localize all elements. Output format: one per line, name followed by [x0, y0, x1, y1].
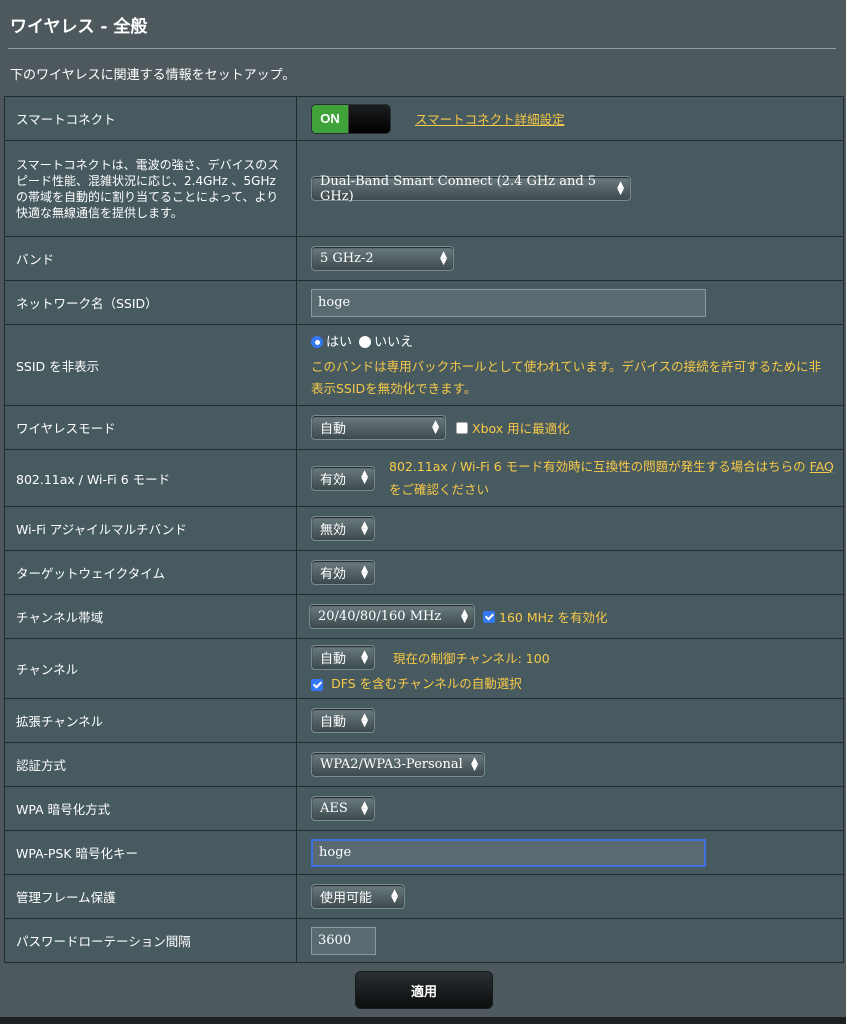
label-channel: チャンネル	[5, 639, 297, 698]
select-arrows-icon: ▲ ▼	[361, 799, 368, 817]
wifi6-note-text-end: をご確認ください	[389, 482, 490, 497]
row-channel: チャンネル 自動 ▲ ▼ 現在の制御チャンネル: 100 DFS を含むチャンネル…	[5, 639, 843, 699]
label-wifi6: 802.11ax / Wi-Fi 6 モード	[5, 450, 297, 506]
smart-connect-mode-select[interactable]: Dual-Band Smart Connect (2.4 GHz and 5 G…	[311, 173, 631, 204]
ssid-input[interactable]: hoge	[311, 288, 706, 317]
channel-select[interactable]: 自動 ▲ ▼	[311, 645, 375, 670]
twt-value: 有効	[320, 567, 347, 582]
pmf-select[interactable]: 使用可能 ▲ ▼	[311, 884, 405, 909]
label-twt: ターゲットウェイクタイム	[5, 551, 297, 594]
smart-connect-mode-value: Dual-Band Smart Connect (2.4 GHz and 5 G…	[320, 173, 597, 204]
settings-table: スマートコネクト ON スマートコネクト詳細設定 スマートコネクトは、電波の強さ…	[4, 96, 844, 963]
wifi6-select[interactable]: 有効 ▲ ▼	[311, 465, 375, 491]
row-agile-multiband: Wi-Fi アジャイルマルチバンド 無効 ▲ ▼	[5, 507, 843, 551]
auth-select[interactable]: WPA2/WPA3-Personal ▲ ▼	[311, 752, 485, 777]
hide-ssid-no-label: いいえ	[374, 334, 414, 350]
row-psk: WPA-PSK 暗号化キー hoge	[5, 831, 843, 875]
row-bandwidth: チャンネル帯域 20/40/80/160 MHz ▲ ▼ 160 MHz を有効化	[5, 595, 843, 639]
row-ssid: ネットワーク名（SSID） hoge	[5, 281, 843, 325]
toggle-on-label: ON	[312, 104, 348, 133]
row-wireless-mode: ワイヤレスモード 自動 ▲ ▼ Xbox 用に最適化	[5, 406, 843, 450]
row-band: バンド 5 GHz-2 ▲ ▼	[5, 237, 843, 281]
wpa-encryption-value: AES	[320, 801, 348, 816]
xbox-optimize-label: Xbox 用に最適化	[472, 421, 570, 436]
psk-input[interactable]: hoge	[311, 838, 706, 867]
band-select[interactable]: 5 GHz-2 ▲ ▼	[311, 246, 454, 271]
enable-160mhz-label: 160 MHz を有効化	[499, 610, 608, 625]
bandwidth-value: 20/40/80/160 MHz	[318, 609, 442, 624]
row-hide-ssid: SSID を非表示 はい いいえ このバンドは専用バックホールとして使われていま…	[5, 325, 843, 406]
select-arrows-icon: ▲ ▼	[461, 607, 468, 625]
select-arrows-icon: ▲ ▼	[617, 179, 624, 197]
label-wireless-mode: ワイヤレスモード	[5, 406, 297, 449]
page-title: ワイヤレス - 全般	[10, 17, 148, 37]
hide-ssid-yes-label: はい	[326, 334, 353, 350]
channel-value: 自動	[320, 652, 347, 667]
select-arrows-icon: ▲ ▼	[361, 711, 368, 729]
label-wpa-encryption: WPA 暗号化方式	[5, 787, 297, 830]
row-wifi6: 802.11ax / Wi-Fi 6 モード 有効 ▲ ▼ 802.11ax / …	[5, 450, 843, 507]
row-ext-channel: 拡張チャンネル 自動 ▲ ▼	[5, 699, 843, 743]
bottom-bar	[0, 1017, 846, 1024]
select-arrows-icon: ▲ ▼	[361, 648, 368, 666]
pmf-value: 使用可能	[320, 891, 373, 906]
label-pmf: 管理フレーム保護	[5, 875, 297, 918]
page-description: 下のワイヤレスに関連する情報をセットアップ。	[10, 68, 296, 83]
ext-channel-value: 自動	[320, 715, 347, 730]
select-arrows-icon: ▲ ▼	[361, 519, 368, 537]
auth-value: WPA2/WPA3-Personal	[320, 757, 463, 772]
bandwidth-select[interactable]: 20/40/80/160 MHz ▲ ▼	[309, 604, 475, 629]
band-value: 5 GHz-2	[320, 251, 374, 266]
dfs-auto-checkbox[interactable]	[311, 678, 323, 691]
label-agile-multiband: Wi-Fi アジャイルマルチバンド	[5, 507, 297, 550]
label-smart-connect: スマートコネクト	[5, 97, 297, 140]
label-ssid: ネットワーク名（SSID）	[5, 281, 297, 324]
apply-button[interactable]: 適用	[355, 971, 493, 1009]
label-hide-ssid: SSID を非表示	[5, 325, 297, 405]
hide-ssid-note: このバンドは専用バックホールとして使われています。デバイスの接続を許可するために…	[311, 358, 822, 396]
label-band: バンド	[5, 237, 297, 280]
smart-connect-settings-link[interactable]: スマートコネクト詳細設定	[415, 109, 565, 128]
title-divider	[8, 48, 836, 49]
row-auth: 認証方式 WPA2/WPA3-Personal ▲ ▼	[5, 743, 843, 787]
label-bandwidth: チャンネル帯域	[5, 595, 297, 638]
hide-ssid-no-radio[interactable]	[359, 336, 372, 348]
select-arrows-icon: ▲ ▼	[391, 887, 398, 905]
wifi6-value: 有効	[320, 472, 347, 488]
twt-select[interactable]: 有効 ▲ ▼	[311, 560, 375, 585]
rotation-interval-input[interactable]: 3600	[311, 926, 376, 955]
agile-multiband-select[interactable]: 無効 ▲ ▼	[311, 516, 375, 541]
wifi6-note: 802.11ax / Wi-Fi 6 モード有効時に互換性の問題が発生する場合は…	[389, 455, 835, 501]
row-pmf: 管理フレーム保護 使用可能 ▲ ▼	[5, 875, 843, 919]
select-arrows-icon: ▲ ▼	[440, 249, 447, 267]
row-wpa-encryption: WPA 暗号化方式 AES ▲ ▼	[5, 787, 843, 831]
label-auth: 認証方式	[5, 743, 297, 786]
label-psk: WPA-PSK 暗号化キー	[5, 831, 297, 874]
row-smart-connect-mode: スマートコネクトは、電波の強さ、デバイスのスピード性能、混雑状況に応じ、2.4G…	[5, 141, 843, 237]
smart-connect-toggle[interactable]: ON	[311, 103, 391, 134]
label-rotation: パスワードローテーション間隔	[5, 919, 297, 962]
select-arrows-icon: ▲ ▼	[432, 418, 439, 436]
wifi6-note-text: 802.11ax / Wi-Fi 6 モード有効時に互換性の問題が発生する場合は…	[389, 459, 806, 474]
hide-ssid-yes-radio[interactable]	[311, 336, 323, 348]
ext-channel-select[interactable]: 自動 ▲ ▼	[311, 708, 375, 733]
select-arrows-icon: ▲ ▼	[361, 563, 368, 581]
label-ext-channel: 拡張チャンネル	[5, 699, 297, 742]
agile-multiband-value: 無効	[320, 523, 347, 538]
wireless-mode-value: 自動	[320, 422, 347, 437]
wpa-encryption-select[interactable]: AES ▲ ▼	[311, 796, 375, 821]
dfs-auto-label: DFS を含むチャンネルの自動選択	[331, 676, 522, 691]
select-arrows-icon: ▲ ▼	[471, 755, 478, 773]
row-rotation: パスワードローテーション間隔 3600	[5, 919, 843, 963]
row-twt: ターゲットウェイクタイム 有効 ▲ ▼	[5, 551, 843, 595]
wireless-mode-select[interactable]: 自動 ▲ ▼	[311, 415, 446, 440]
enable-160mhz-checkbox[interactable]	[483, 610, 495, 623]
row-smart-connect: スマートコネクト ON スマートコネクト詳細設定	[5, 97, 843, 141]
xbox-optimize-checkbox[interactable]	[456, 421, 468, 434]
faq-link[interactable]: FAQ	[810, 459, 834, 474]
toggle-knob	[348, 104, 390, 133]
label-smart-connect-desc: スマートコネクトは、電波の強さ、デバイスのスピード性能、混雑状況に応じ、2.4G…	[5, 141, 297, 236]
current-channel-text: 現在の制御チャンネル: 100	[393, 651, 550, 666]
select-arrows-icon: ▲ ▼	[361, 469, 368, 486]
